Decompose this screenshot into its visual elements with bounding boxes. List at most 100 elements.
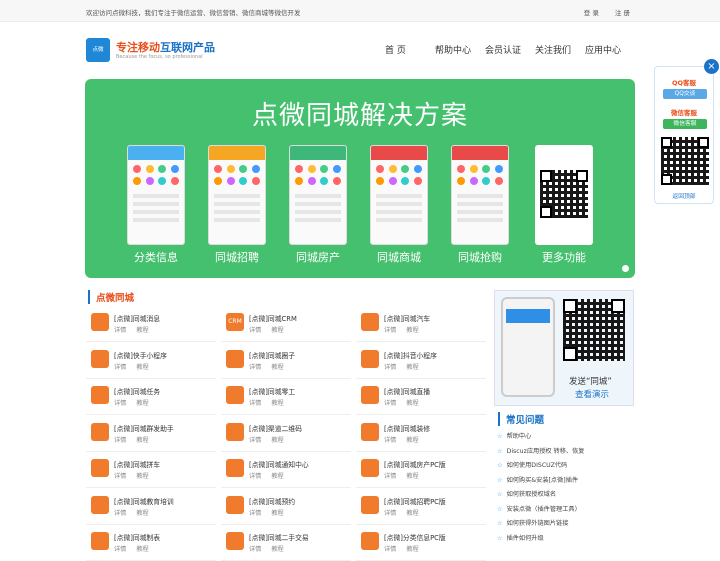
plugin-tutorial-link[interactable]: 教程 [136, 400, 148, 407]
faq-item[interactable]: ☆ 插件如何升级 [497, 533, 544, 542]
plugin-item[interactable]: [点微]同城教育培训 详情 教程 [86, 489, 216, 525]
plugin-item[interactable]: [点微]同城圈子 详情 教程 [221, 343, 351, 379]
close-icon[interactable]: × [704, 59, 719, 74]
plugin-item[interactable]: [点微]同城直播 详情 教程 [356, 379, 486, 415]
plugin-name[interactable]: [点微]同城群发助手 [114, 423, 174, 433]
plugin-tutorial-link[interactable]: 教程 [271, 546, 283, 553]
plugin-detail-link[interactable]: 详情 [384, 546, 396, 553]
plugin-tutorial-link[interactable]: 教程 [271, 473, 283, 480]
nav-help[interactable]: 帮助中心 [435, 43, 471, 56]
plugin-name[interactable]: [点微]同城二手交易 [249, 532, 309, 542]
plugin-tutorial-link[interactable]: 教程 [136, 473, 148, 480]
plugin-item[interactable]: [点微]同城任务 详情 教程 [86, 379, 216, 415]
plugin-item[interactable]: [点微]快手小程序 详情 教程 [86, 343, 216, 379]
plugin-name[interactable]: [点微]同城装修 [384, 423, 430, 433]
plugin-detail-link[interactable]: 详情 [249, 327, 261, 334]
plugin-item[interactable]: [点微]同城房产PC版 详情 教程 [356, 452, 486, 488]
register-link[interactable]: 注 册 [615, 9, 630, 17]
carousel-dot[interactable] [622, 265, 629, 272]
faq-item[interactable]: ☆ Discuz应用授权 转移、恢复 [497, 446, 585, 455]
faq-item[interactable]: ☆ 如何获取授权域名 [497, 489, 556, 498]
faq-item[interactable]: ☆ 如何获得外链图片链接 [497, 518, 568, 527]
plugin-tutorial-link[interactable]: 教程 [271, 400, 283, 407]
plugin-name[interactable]: [点微]同城任务 [114, 386, 160, 396]
plugin-item[interactable]: [点微]抖音小程序 详情 教程 [356, 343, 486, 379]
plugin-tutorial-link[interactable]: 教程 [271, 327, 283, 334]
plugin-name[interactable]: [点微]同城招聘PC版 [384, 496, 446, 506]
plugin-name[interactable]: [点微]同城CRM [249, 313, 297, 323]
plugin-detail-link[interactable]: 详情 [384, 473, 396, 480]
plugin-tutorial-link[interactable]: 教程 [136, 437, 148, 444]
plugin-detail-link[interactable]: 详情 [114, 546, 126, 553]
faq-item[interactable]: ☆ 如何使用DISCUZ代码 [497, 460, 567, 469]
plugin-detail-link[interactable]: 详情 [249, 400, 261, 407]
plugin-item[interactable]: [点微]同城二手交易 详情 教程 [221, 525, 351, 561]
plugin-detail-link[interactable]: 详情 [249, 546, 261, 553]
hero-banner[interactable]: 点微同城解决方案 分类信息 同城招聘 同城房产 同城商城 同城抢购 更多功能 [85, 79, 635, 278]
plugin-item[interactable]: [点微]同城拼车 详情 教程 [86, 452, 216, 488]
nav-home[interactable]: 首 页 [385, 43, 406, 56]
plugin-detail-link[interactable]: 详情 [249, 437, 261, 444]
plugin-tutorial-link[interactable]: 教程 [271, 437, 283, 444]
plugin-tutorial-link[interactable]: 教程 [406, 327, 418, 334]
wechat-service-button[interactable]: 微信客服 [663, 119, 707, 129]
plugin-detail-link[interactable]: 详情 [384, 400, 396, 407]
plugin-item[interactable]: [点微]同城零工 详情 教程 [221, 379, 351, 415]
plugin-tutorial-link[interactable]: 教程 [406, 546, 418, 553]
plugin-item[interactable]: [点微]渠道二维码 详情 教程 [221, 416, 351, 452]
plugin-detail-link[interactable]: 详情 [114, 364, 126, 371]
plugin-name[interactable]: [点微]同城圈子 [249, 350, 295, 360]
plugin-name[interactable]: [点微]分类信息PC版 [384, 532, 446, 542]
site-logo[interactable]: 点微 专注移动互联网产品 Because the focus, so profe… [86, 38, 228, 64]
plugin-name[interactable]: [点微]同城房产PC版 [384, 459, 446, 469]
plugin-item[interactable]: [点微]同城消息 详情 教程 [86, 306, 216, 342]
back-to-top-link[interactable]: 返回顶部 [655, 191, 713, 200]
plugin-tutorial-link[interactable]: 教程 [271, 364, 283, 371]
plugin-item[interactable]: [点微]同城汽车 详情 教程 [356, 306, 486, 342]
plugin-name[interactable]: [点微]同城通知中心 [249, 459, 309, 469]
plugin-name[interactable]: [点微]同城直播 [384, 386, 430, 396]
plugin-detail-link[interactable]: 详情 [114, 327, 126, 334]
qq-chat-button[interactable]: QQ交谈 [663, 89, 707, 99]
plugin-tutorial-link[interactable]: 教程 [406, 400, 418, 407]
plugin-name[interactable]: [点微]渠道二维码 [249, 423, 302, 433]
faq-item[interactable]: ☆ 如何购买&安装[点微]插件 [497, 475, 578, 484]
plugin-detail-link[interactable]: 详情 [249, 510, 261, 517]
plugin-item[interactable]: [点微]同城群发助手 详情 教程 [86, 416, 216, 452]
plugin-tutorial-link[interactable]: 教程 [271, 510, 283, 517]
plugin-detail-link[interactable]: 详情 [384, 510, 396, 517]
plugin-detail-link[interactable]: 详情 [384, 437, 396, 444]
plugin-tutorial-link[interactable]: 教程 [406, 473, 418, 480]
faq-item[interactable]: ☆ 安装点微（插件管理工具） [497, 504, 581, 513]
plugin-tutorial-link[interactable]: 教程 [136, 327, 148, 334]
plugin-tutorial-link[interactable]: 教程 [406, 437, 418, 444]
plugin-item[interactable]: [点微]同城预约 详情 教程 [221, 489, 351, 525]
plugin-detail-link[interactable]: 详情 [114, 510, 126, 517]
plugin-name[interactable]: [点微]同城拼车 [114, 459, 160, 469]
plugin-tutorial-link[interactable]: 教程 [136, 546, 148, 553]
plugin-name[interactable]: [点微]同城教育培训 [114, 496, 174, 506]
plugin-item[interactable]: CRM [点微]同城CRM 详情 教程 [221, 306, 351, 342]
plugin-name[interactable]: [点微]同城制表 [114, 532, 160, 542]
plugin-item[interactable]: [点微]同城招聘PC版 详情 教程 [356, 489, 486, 525]
plugin-item[interactable]: [点微]同城通知中心 详情 教程 [221, 452, 351, 488]
plugin-detail-link[interactable]: 详情 [249, 473, 261, 480]
plugin-detail-link[interactable]: 详情 [249, 364, 261, 371]
demo-ad[interactable]: 发送“同城” 查看演示 [494, 290, 634, 406]
plugin-tutorial-link[interactable]: 教程 [136, 510, 148, 517]
plugin-item[interactable]: [点微]同城制表 详情 教程 [86, 525, 216, 561]
login-link[interactable]: 登 录 [584, 9, 599, 17]
plugin-name[interactable]: [点微]同城零工 [249, 386, 295, 396]
plugin-tutorial-link[interactable]: 教程 [406, 510, 418, 517]
plugin-name[interactable]: [点微]同城消息 [114, 313, 160, 323]
plugin-detail-link[interactable]: 详情 [114, 400, 126, 407]
plugin-item[interactable]: [点微]分类信息PC版 详情 教程 [356, 525, 486, 561]
plugin-name[interactable]: [点微]同城预约 [249, 496, 295, 506]
plugin-name[interactable]: [点微]同城汽车 [384, 313, 430, 323]
nav-apps[interactable]: 应用中心 [585, 43, 621, 56]
plugin-name[interactable]: [点微]快手小程序 [114, 350, 167, 360]
plugin-detail-link[interactable]: 详情 [384, 364, 396, 371]
plugin-detail-link[interactable]: 详情 [114, 473, 126, 480]
nav-member[interactable]: 会员认证 [485, 43, 521, 56]
plugin-item[interactable]: [点微]同城装修 详情 教程 [356, 416, 486, 452]
